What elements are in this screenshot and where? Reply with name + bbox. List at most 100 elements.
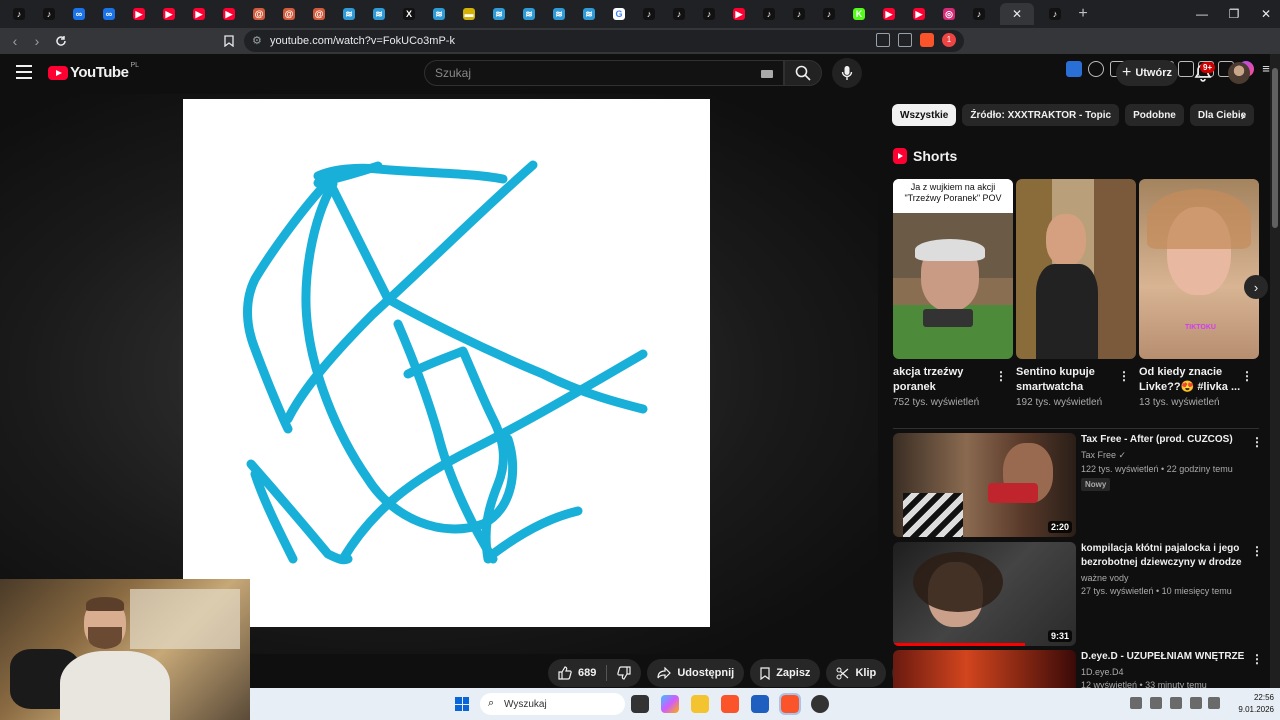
save-button[interactable]: Zapisz	[750, 659, 821, 687]
short-thumbnail[interactable]: Ja z wujkiem na akcji "Trzeźwy Poranek" …	[893, 179, 1013, 359]
channel-name[interactable]: ważne vody	[1081, 573, 1251, 583]
chip-similar[interactable]: Podobne	[1125, 104, 1184, 126]
video-thumbnail[interactable]: 9:31	[893, 542, 1076, 646]
taskbar-clock[interactable]: 22:56 9.01.2026	[1230, 692, 1274, 716]
brave-icon[interactable]	[721, 695, 739, 713]
browser-tab[interactable]: ♪	[814, 3, 844, 25]
windows-start-icon[interactable]	[455, 697, 469, 711]
browser-tab[interactable]: ≋	[574, 3, 604, 25]
hamburger-icon[interactable]	[16, 65, 32, 79]
address-bar[interactable]: ⚙ youtube.com/watch?v=FokUCo3mP-k 1	[244, 30, 964, 52]
browser-tab[interactable]: ♪	[34, 3, 64, 25]
short-card[interactable]: Sentino kupuje smartwatcha 192 tys. wyśw…	[1016, 179, 1136, 408]
forward-icon[interactable]: ›	[26, 30, 48, 52]
short-title[interactable]: Sentino kupuje smartwatcha	[1016, 365, 1120, 395]
cast-icon[interactable]	[876, 33, 890, 47]
brave-active-icon[interactable]	[779, 693, 801, 715]
browser-tab[interactable]: ∞	[94, 3, 124, 25]
browser-tab[interactable]: ▶	[214, 3, 244, 25]
browser-tab[interactable]: @	[274, 3, 304, 25]
video-frame[interactable]	[183, 99, 710, 627]
channel-name[interactable]: 1D.eye.D4	[1081, 667, 1251, 677]
browser-tab[interactable]: ♪	[754, 3, 784, 25]
tray-cloud-icon[interactable]	[1150, 697, 1162, 709]
bookmark-icon[interactable]	[218, 30, 240, 52]
kebab-icon[interactable]: ⋮	[995, 369, 1007, 383]
recommendation-title[interactable]: D.eye.D - UZUPEŁNIAM WNĘTRZE	[1081, 650, 1251, 664]
short-thumbnail[interactable]: TIKTOKU	[1139, 179, 1259, 359]
task-view-icon[interactable]	[631, 695, 649, 713]
tray-discord-icon[interactable]	[1170, 697, 1182, 709]
video-thumbnail[interactable]: 2:20	[893, 433, 1076, 537]
kebab-icon[interactable]: ⋮	[1251, 544, 1263, 558]
browser-tab[interactable]: ♪	[634, 3, 664, 25]
back-icon[interactable]: ‹	[4, 30, 26, 52]
browser-tab[interactable]: ▶	[904, 3, 934, 25]
short-card[interactable]: Ja z wujkiem na akcji "Trzeźwy Poranek" …	[893, 179, 1013, 408]
recommendation-item[interactable]: 9:31 kompilacja kłótni pajalocka i jego …	[893, 542, 1263, 646]
recommendation-item[interactable]: D.eye.D - UZUPEŁNIAM WNĘTRZE 1D.eye.D4 1…	[893, 650, 1263, 688]
short-card[interactable]: TIKTOKU Od kiedy znacie Livke??😍 #livka …	[1139, 179, 1259, 408]
browser-tab[interactable]: ▶	[724, 3, 754, 25]
browser-tab[interactable]: ≋	[544, 3, 574, 25]
account-avatar[interactable]	[1228, 62, 1250, 84]
clip-button[interactable]: Klip	[826, 659, 887, 687]
chip-all[interactable]: Wszystkie	[892, 104, 957, 126]
browser-tab[interactable]: ♪	[964, 3, 994, 25]
browser-tab[interactable]: @	[244, 3, 274, 25]
browser-tab[interactable]: ♪	[4, 3, 34, 25]
reload-icon[interactable]	[50, 30, 72, 52]
obs-icon[interactable]	[811, 695, 829, 713]
kebab-icon[interactable]: ⋮	[1241, 369, 1253, 383]
close-window-button[interactable]: ✕	[1250, 0, 1280, 28]
minimize-button[interactable]: —	[1186, 0, 1218, 28]
short-thumbnail[interactable]	[1016, 179, 1136, 359]
recommendation-item[interactable]: 2:20 Tax Free - After (prod. CUZCOS) Tax…	[893, 433, 1263, 537]
short-title[interactable]: Od kiedy znacie Livke??😍 #livka ...	[1139, 365, 1243, 395]
video-thumbnail[interactable]	[893, 650, 1076, 688]
browser-tab[interactable]: ≋	[424, 3, 454, 25]
browser-tab[interactable]: ≋	[514, 3, 544, 25]
like-button[interactable]: 689	[548, 659, 606, 687]
browser-tab[interactable]: ▶	[184, 3, 214, 25]
volume-icon[interactable]	[1208, 697, 1220, 709]
search-button[interactable]	[784, 60, 822, 86]
dislike-button[interactable]	[607, 659, 641, 687]
browser-tab[interactable]: ♪	[664, 3, 694, 25]
short-title[interactable]: akcja trzeźwy poranek	[893, 365, 997, 395]
close-tab-icon[interactable]: ✕	[1012, 7, 1022, 21]
browser-tab[interactable]: ▶	[154, 3, 184, 25]
keyboard-icon[interactable]	[761, 70, 773, 78]
browser-tab[interactable]: @	[304, 3, 334, 25]
browser-tab[interactable]: G	[604, 3, 634, 25]
kebab-icon[interactable]: ⋮	[1118, 369, 1130, 383]
new-tab-button[interactable]: +	[1070, 5, 1096, 23]
site-info-icon[interactable]: ⚙	[252, 34, 262, 47]
browser-tab[interactable]: ◎	[934, 3, 964, 25]
channel-name[interactable]: Tax Free	[1081, 450, 1116, 460]
browser-tab-active[interactable]: ✕	[1000, 3, 1034, 25]
browser-tab[interactable]: ♪	[784, 3, 814, 25]
recommendation-title[interactable]: kompilacja kłótni pajalocka i jego bezro…	[1081, 542, 1251, 570]
kebab-icon[interactable]: ⋮	[1251, 435, 1263, 449]
maximize-button[interactable]: ❐	[1218, 0, 1250, 28]
youtube-logo[interactable]: YouTube PL	[48, 62, 139, 81]
browser-tab[interactable]: ≋	[334, 3, 364, 25]
store-icon[interactable]	[751, 695, 769, 713]
wifi-icon[interactable]	[1190, 697, 1202, 709]
chip-source[interactable]: Źródło: XXXTRAKTOR - Topic	[962, 104, 1120, 126]
kebab-icon[interactable]: ⋮	[1251, 652, 1263, 666]
browser-tab[interactable]: ▬	[454, 3, 484, 25]
copilot-icon[interactable]	[661, 695, 679, 713]
browser-tab[interactable]: ▶	[124, 3, 154, 25]
scrollbar-thumb[interactable]	[1272, 68, 1278, 228]
share-button[interactable]: Udostępnij	[647, 659, 745, 687]
shorts-next-button[interactable]: ›	[1244, 275, 1268, 299]
chevron-right-icon[interactable]: ›	[1234, 106, 1252, 124]
browser-tab[interactable]: ∞	[64, 3, 94, 25]
page-scrollbar[interactable]	[1270, 54, 1280, 688]
create-button[interactable]: + Utwórz	[1116, 60, 1178, 86]
tray-app-icon[interactable]	[1130, 697, 1142, 709]
search-input[interactable]: Szukaj	[424, 60, 784, 86]
browser-tab[interactable]: ≋	[364, 3, 394, 25]
